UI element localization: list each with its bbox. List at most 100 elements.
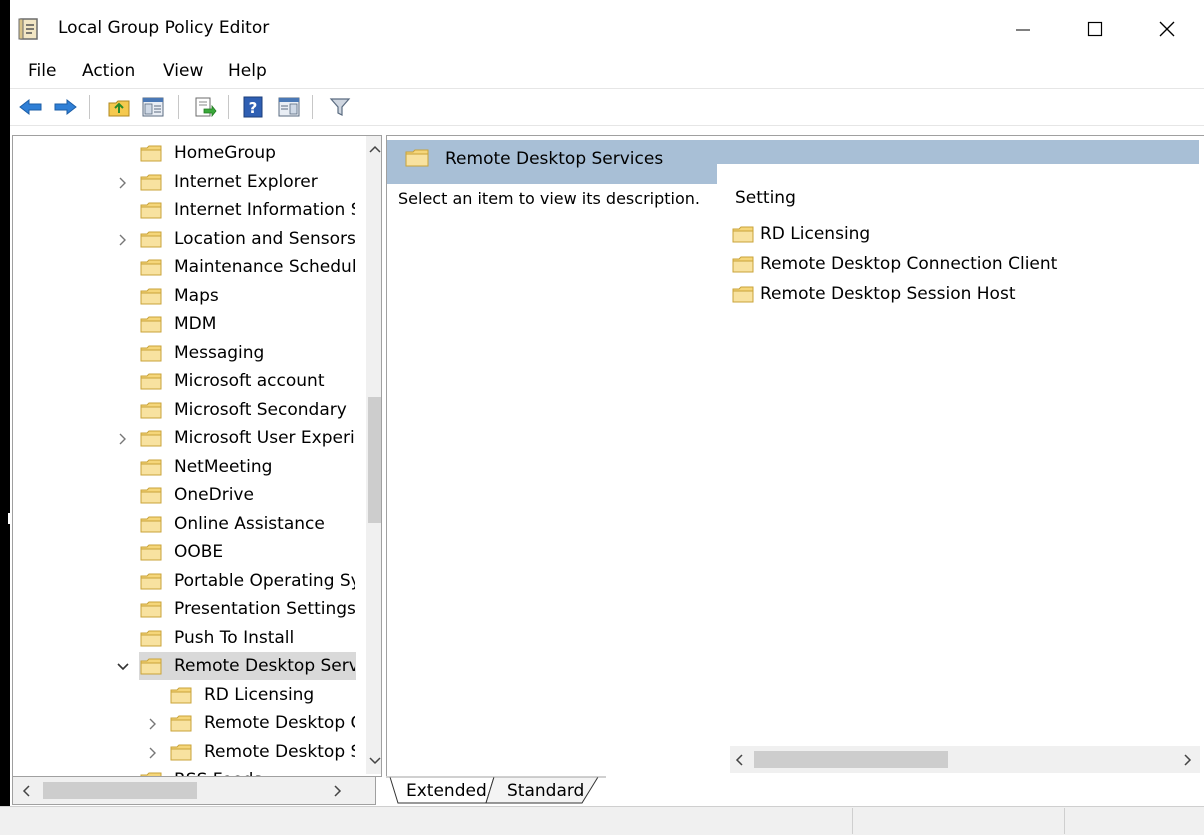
chevron-right-icon[interactable] bbox=[116, 233, 130, 247]
tree-item[interactable]: Push To Install bbox=[13, 624, 356, 652]
chevron-right-icon[interactable] bbox=[116, 432, 130, 446]
tree-item[interactable]: Microsoft Secondary bbox=[13, 396, 356, 424]
folder-icon bbox=[140, 145, 162, 162]
maximize-button[interactable] bbox=[1072, 0, 1118, 58]
tree-item[interactable]: Remote Desktop Services bbox=[117, 652, 356, 680]
filter-button[interactable] bbox=[327, 94, 353, 120]
toolbar-separator bbox=[178, 95, 179, 119]
tree-item-label: Push To Install bbox=[174, 627, 295, 648]
scroll-down-icon[interactable] bbox=[369, 756, 381, 766]
tab-extended[interactable]: Extended bbox=[406, 781, 487, 801]
help-button[interactable]: ? bbox=[240, 94, 266, 120]
chevron-down-icon[interactable] bbox=[116, 660, 130, 674]
tree-hscroll-thumb[interactable] bbox=[43, 782, 197, 799]
tree-item[interactable]: NetMeeting bbox=[13, 453, 356, 481]
tree-item[interactable]: Remote Desktop Connection Client bbox=[13, 709, 356, 737]
tree-item[interactable]: Online Assistance bbox=[13, 510, 356, 538]
window-title: Local Group Policy Editor bbox=[58, 18, 270, 38]
folder-icon bbox=[732, 256, 754, 273]
toolbar-separator bbox=[312, 95, 313, 119]
menu-help[interactable]: Help bbox=[222, 58, 273, 86]
setting-item-label: RD Licensing bbox=[760, 224, 871, 244]
column-header-setting[interactable]: Setting bbox=[735, 188, 796, 208]
status-separator bbox=[852, 808, 853, 834]
tree-vscroll-thumb[interactable] bbox=[368, 397, 381, 523]
filter-icon bbox=[329, 98, 351, 116]
up-one-level-button[interactable] bbox=[106, 94, 132, 120]
tree-item[interactable]: Location and Sensors bbox=[13, 225, 356, 253]
tree-item[interactable]: MDM bbox=[13, 310, 356, 338]
details-hscroll-thumb[interactable] bbox=[754, 751, 948, 768]
forward-button[interactable] bbox=[52, 94, 78, 120]
chevron-right-icon[interactable] bbox=[146, 717, 160, 731]
tree-item[interactable]: Remote Desktop Session Host bbox=[13, 738, 356, 766]
tree-item[interactable]: Microsoft account bbox=[13, 367, 356, 395]
action-pane-icon bbox=[278, 97, 300, 117]
folder-icon bbox=[170, 687, 192, 703]
minimize-icon bbox=[1016, 29, 1030, 31]
menu-action[interactable]: Action bbox=[76, 58, 141, 86]
tree-item-label: MDM bbox=[174, 314, 217, 334]
tree-item-label: Remote Desktop Session Host bbox=[204, 741, 355, 762]
description-text: Select an item to view its description. bbox=[398, 189, 700, 208]
status-separator bbox=[1064, 808, 1065, 834]
show-hide-action-pane-button[interactable] bbox=[276, 94, 302, 120]
tree-item-label: OneDrive bbox=[174, 485, 254, 505]
help-icon: ? bbox=[243, 96, 263, 118]
scroll-right-icon[interactable] bbox=[333, 785, 343, 797]
tree-item-label: OOBE bbox=[174, 542, 224, 562]
scroll-up-icon[interactable] bbox=[369, 144, 381, 154]
toolbar: ? bbox=[10, 88, 1204, 126]
tree-item-label: RD Licensing bbox=[204, 684, 315, 705]
folder-icon bbox=[140, 174, 162, 190]
folder-icon bbox=[140, 658, 162, 675]
details-header-notch bbox=[717, 164, 1199, 188]
tree-item-label: Remote Desktop Services bbox=[174, 656, 355, 676]
tree-item[interactable]: HomeGroup bbox=[13, 139, 356, 167]
setting-item[interactable]: Remote Desktop Session Host bbox=[732, 280, 1172, 310]
close-button[interactable] bbox=[1144, 0, 1190, 58]
tree-item-label: Online Assistance bbox=[174, 513, 325, 534]
tree-vertical-scrollbar[interactable] bbox=[366, 136, 381, 774]
chevron-right-icon[interactable] bbox=[116, 176, 130, 190]
tree-item[interactable]: RD Licensing bbox=[13, 681, 356, 709]
toolbar-separator bbox=[228, 95, 229, 119]
folder-icon bbox=[170, 715, 192, 732]
chevron-right-icon[interactable] bbox=[146, 746, 160, 760]
tree-item-label: Microsoft account bbox=[174, 371, 325, 391]
folder-icon bbox=[140, 288, 162, 304]
details-horizontal-scrollbar[interactable] bbox=[730, 746, 1200, 773]
folder-icon bbox=[170, 744, 192, 760]
back-button[interactable] bbox=[18, 94, 44, 120]
menu-view[interactable]: View bbox=[157, 58, 209, 86]
tree-item[interactable]: Internet Information Services bbox=[13, 196, 356, 224]
setting-item-label: Remote Desktop Connection Client bbox=[760, 254, 1058, 274]
tree-item-label: Location and Sensors bbox=[174, 228, 355, 249]
scroll-left-icon[interactable] bbox=[734, 754, 744, 766]
setting-item[interactable]: RD Licensing bbox=[732, 220, 1172, 250]
tree-item[interactable]: Messaging bbox=[13, 339, 356, 367]
tree-item[interactable]: OOBE bbox=[13, 538, 356, 566]
setting-item[interactable]: Remote Desktop Connection Client bbox=[732, 250, 1172, 280]
minimize-button[interactable] bbox=[1000, 0, 1046, 58]
menu-file[interactable]: File bbox=[22, 58, 62, 86]
tab-standard[interactable]: Standard bbox=[507, 781, 584, 801]
toolbar-separator bbox=[89, 95, 90, 119]
folder-icon bbox=[140, 544, 162, 561]
svg-text:?: ? bbox=[249, 99, 258, 117]
forward-arrow-icon bbox=[54, 98, 77, 116]
tree-item[interactable]: Maintenance Scheduler bbox=[13, 253, 356, 281]
tree-item[interactable]: Presentation Settings bbox=[13, 595, 356, 623]
tree-item[interactable]: Portable Operating System bbox=[13, 567, 356, 595]
tree-item[interactable]: Internet Explorer bbox=[13, 168, 356, 196]
tree-item-label: Internet Explorer bbox=[174, 171, 318, 192]
tree-item[interactable]: OneDrive bbox=[13, 481, 356, 509]
show-hide-console-tree-button[interactable] bbox=[140, 94, 166, 120]
tree-item-label: Microsoft Secondary bbox=[174, 399, 347, 420]
scroll-left-icon[interactable] bbox=[21, 785, 31, 797]
tree-horizontal-scrollbar[interactable] bbox=[12, 776, 376, 805]
tree-item[interactable]: Maps bbox=[13, 282, 356, 310]
export-list-button[interactable] bbox=[192, 94, 218, 120]
tree-item[interactable]: Microsoft User Experience bbox=[13, 424, 356, 452]
scroll-right-icon[interactable] bbox=[1183, 754, 1193, 766]
